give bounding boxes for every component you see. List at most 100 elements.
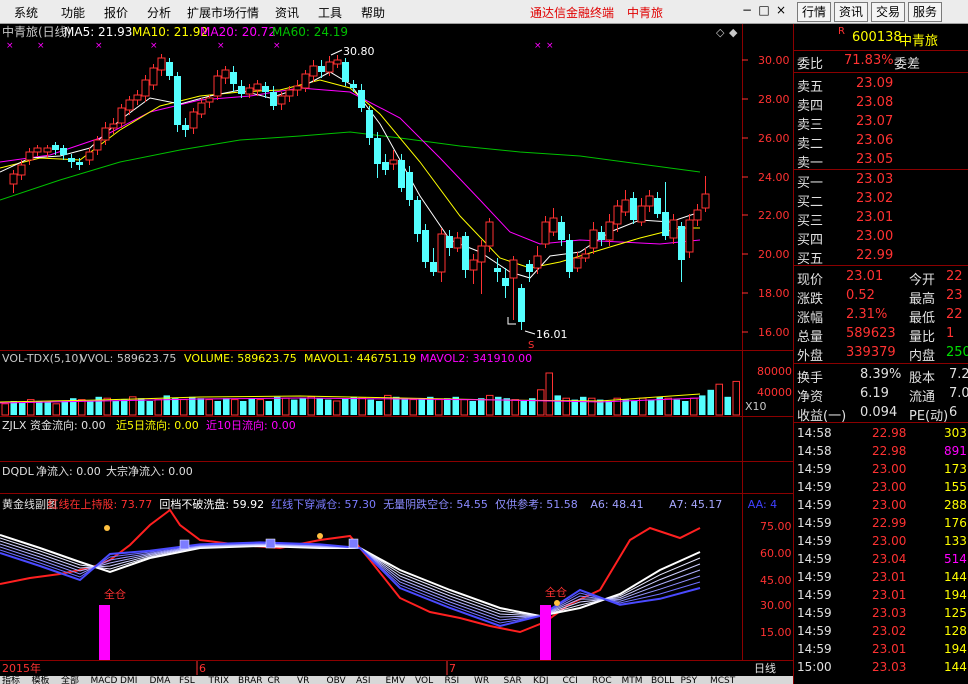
volume-bar <box>231 399 239 416</box>
expand-icon[interactable]: ◆ <box>729 26 738 39</box>
candle-up <box>389 159 398 165</box>
tab-23[interactable]: PSY <box>681 676 698 684</box>
volume-bar <box>673 399 680 415</box>
tab-7[interactable]: TRIX <box>208 676 230 684</box>
tab-20[interactable]: ROC <box>592 676 612 684</box>
menu-item-help[interactable]: 帮助 <box>361 4 385 21</box>
menu-item-quote[interactable]: 报价 <box>104 4 128 21</box>
maximize-icon[interactable]: □ <box>757 3 771 17</box>
volume-bar <box>282 397 290 416</box>
menu-item-function[interactable]: 功能 <box>61 4 85 21</box>
menu-item-news[interactable]: 资讯 <box>275 4 299 21</box>
volume-bar <box>503 398 510 415</box>
candle-down <box>558 222 565 240</box>
tick-price: 22.99 <box>872 516 907 530</box>
volume-bar <box>376 401 383 415</box>
tab-24[interactable]: MCST <box>710 676 736 684</box>
volume-bar <box>350 396 357 415</box>
fund-value: 7.0 <box>949 386 968 401</box>
volume-bar <box>648 399 655 415</box>
tab-8[interactable]: BRAR <box>238 676 262 684</box>
ma5-label: MA5: 21.93 <box>64 25 132 39</box>
signal-label-1: 全仓 <box>104 587 126 601</box>
tab-6[interactable]: FSL <box>179 676 195 684</box>
volume-bar <box>248 398 255 415</box>
tick-time: 14:59 <box>797 516 832 530</box>
candle-up <box>453 237 462 249</box>
trade-button[interactable]: 交易 <box>871 2 905 22</box>
tab-10[interactable]: VR <box>297 676 309 684</box>
volume-bar <box>435 399 443 416</box>
rights-badge: R <box>838 26 845 37</box>
tab-5[interactable]: DMA <box>150 676 172 684</box>
high-label: 30.80 <box>343 45 375 58</box>
volume-bar <box>180 399 188 416</box>
stat-label: 最低 <box>909 311 936 326</box>
volume-bar <box>205 399 213 416</box>
tab-0[interactable]: 指标 <box>2 674 20 684</box>
indicator-labels: 黄金线副图红线在上持股: 73.77 回档不破洗盘: 59.92 红线下穿减仓: 5… <box>2 497 777 511</box>
menu-item-system[interactable]: 系统 <box>14 4 38 21</box>
chart-area[interactable]: 中青旅(日线) MA5: 21.93 MA10: 21.92 MA20: 20.… <box>0 24 793 684</box>
stat-label: 涨幅 <box>797 311 824 326</box>
menu-item-tools[interactable]: 工具 <box>318 4 342 21</box>
tick-volume: 514 <box>944 552 967 566</box>
stat-value: 1 <box>946 326 955 341</box>
minimize-icon[interactable]: − <box>740 3 754 17</box>
ask-price: 23.08 <box>856 95 894 110</box>
market-button[interactable]: 行情 <box>797 2 831 22</box>
volume-bar <box>707 389 714 415</box>
svg-text:60.00: 60.00 <box>760 547 792 560</box>
tab-17[interactable]: SAR <box>504 676 522 684</box>
tab-16[interactable]: WR <box>474 676 489 684</box>
tick-volume: 133 <box>944 534 967 548</box>
candle-up <box>125 99 134 111</box>
tab-3[interactable]: MACD <box>91 676 118 684</box>
time-axis <box>0 661 742 675</box>
bid-price: 23.02 <box>856 191 894 206</box>
close-icon[interactable]: × <box>774 3 788 17</box>
tab-9[interactable]: CR <box>268 676 281 684</box>
tab-19[interactable]: CCI <box>563 676 578 684</box>
ask-price: 23.05 <box>856 152 894 167</box>
tab-1[interactable]: 模板 <box>32 674 50 684</box>
svg-text:×: × <box>217 41 225 51</box>
svg-text:×: × <box>546 41 554 51</box>
volume-bar <box>605 401 612 415</box>
tab-2[interactable]: 全部 <box>61 674 79 684</box>
tab-12[interactable]: ASI <box>356 676 371 684</box>
volume-bar <box>44 402 51 415</box>
volume-bar <box>274 396 281 415</box>
tab-13[interactable]: EMV <box>386 676 406 684</box>
tab-15[interactable]: RSI <box>445 676 460 684</box>
tab-18[interactable]: KDJ <box>533 676 549 684</box>
tab-22[interactable]: BOLL <box>651 676 674 684</box>
period-label[interactable]: 日线 <box>754 661 776 675</box>
volume-bar <box>545 372 553 416</box>
tick-volume: 173 <box>944 462 967 476</box>
service-button[interactable]: 服务 <box>908 2 942 22</box>
candle-down <box>518 288 525 322</box>
tick-price: 23.03 <box>872 606 907 620</box>
tick-price: 22.98 <box>872 426 907 440</box>
tick-price: 23.00 <box>872 480 907 494</box>
volume-bar <box>223 398 230 415</box>
tick-time: 14:59 <box>797 570 832 584</box>
news-button[interactable]: 资讯 <box>834 2 868 22</box>
mavol2-label: MAVOL2: 341910.00 <box>420 352 532 365</box>
stat-value: 22 <box>946 269 963 284</box>
menu-item-ext-market[interactable]: 扩展市场行情 <box>187 4 259 21</box>
chart-option-icon[interactable]: ◇ <box>716 26 725 39</box>
tab-21[interactable]: MTM <box>622 676 643 684</box>
volume-bar <box>112 401 119 415</box>
volume-bar <box>299 398 306 415</box>
tab-14[interactable]: VOL <box>415 676 433 684</box>
indicator-tabs[interactable]: 指标 模板 全部 MACD DMI DMA FSL TRIX BRAR CR VR OBV ASI EMV… <box>2 674 736 684</box>
tick-time: 14:59 <box>797 462 832 476</box>
volume-bar <box>154 399 162 416</box>
vvol-label: VVOL: 589623.75 <box>80 352 176 365</box>
menu-item-analysis[interactable]: 分析 <box>147 4 171 21</box>
tab-11[interactable]: OBV <box>327 676 347 684</box>
candle-up <box>117 107 126 124</box>
tab-4[interactable]: DMI <box>120 676 137 684</box>
